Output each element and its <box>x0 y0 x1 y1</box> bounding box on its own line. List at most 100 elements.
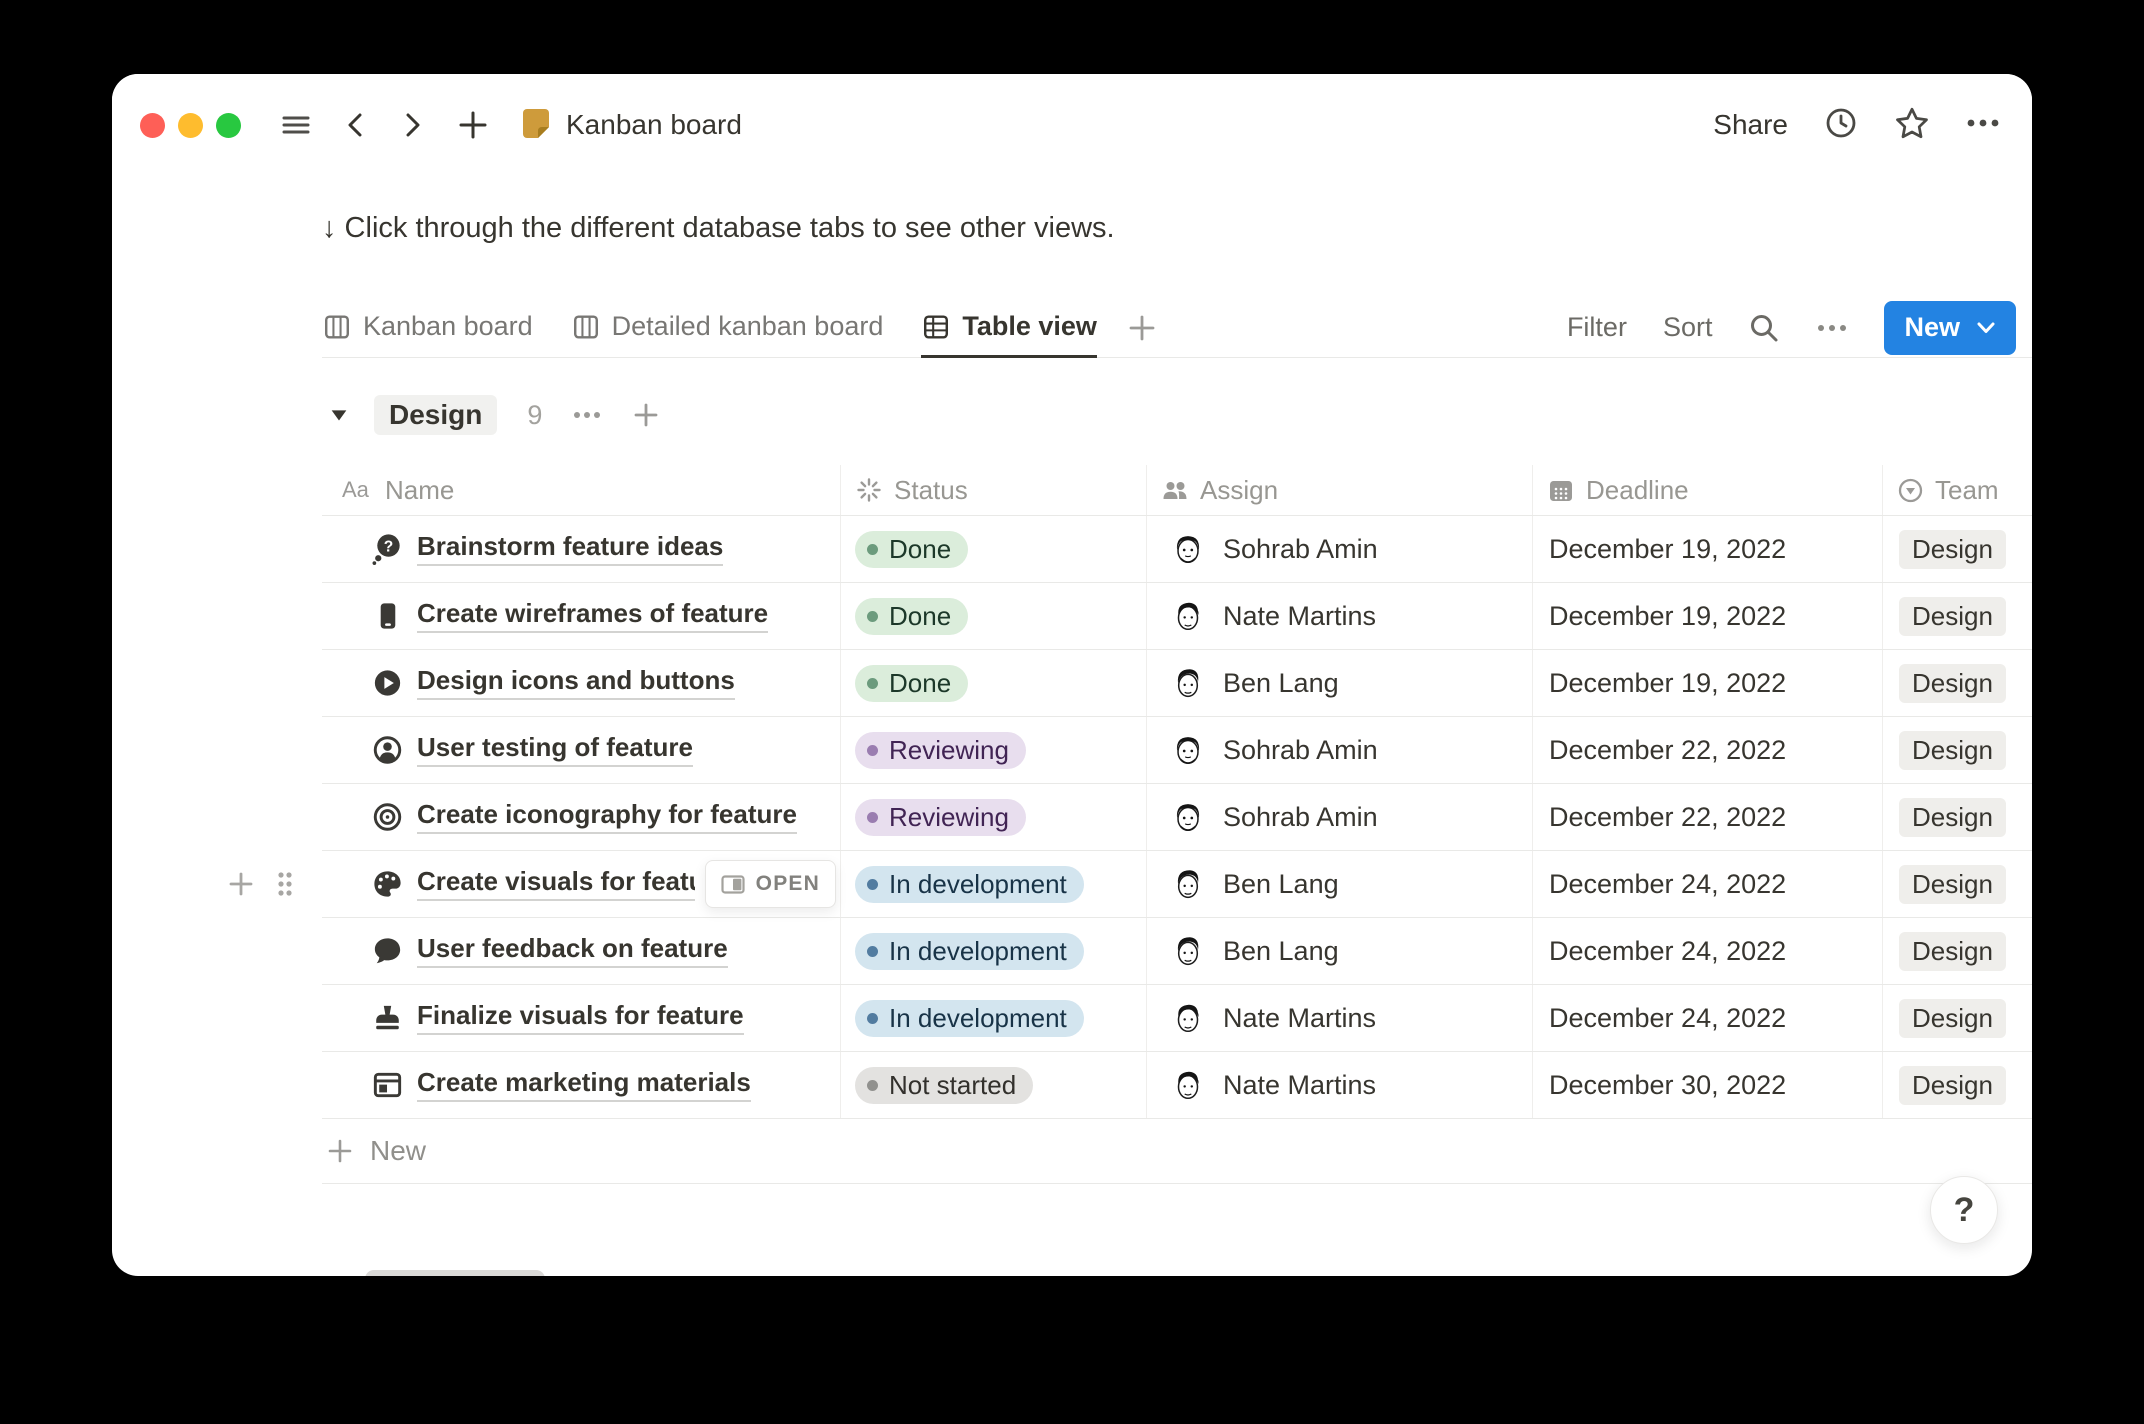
status-cell[interactable]: Reviewing <box>841 717 1147 783</box>
deadline-cell[interactable]: December 24, 2022 <box>1533 851 1883 917</box>
column-header-deadline[interactable]: Deadline <box>1533 465 1883 515</box>
deadline-cell[interactable]: December 30, 2022 <box>1533 1052 1883 1118</box>
assign-cell[interactable]: Nate Martins <box>1147 985 1533 1051</box>
name-cell[interactable]: Finalize visuals for feature <box>322 985 841 1051</box>
assign-cell[interactable]: Ben Lang <box>1147 918 1533 984</box>
task-name-link[interactable]: Create wireframes of feature <box>417 598 769 634</box>
task-name-link[interactable]: Create marketing materials <box>417 1067 751 1103</box>
table-row[interactable]: Create iconography for feature Reviewing S… <box>322 784 2032 851</box>
help-button[interactable]: ? <box>1930 1176 1998 1244</box>
deadline-cell[interactable]: December 22, 2022 <box>1533 784 1883 850</box>
status-cell[interactable]: In development <box>841 851 1147 917</box>
status-pill[interactable]: Reviewing <box>855 798 1026 836</box>
task-name-link[interactable]: Finalize visuals for feature <box>417 1000 744 1036</box>
status-cell[interactable]: Done <box>841 583 1147 649</box>
close-window-button[interactable] <box>140 112 165 138</box>
name-cell[interactable]: ? Brainstorm feature ideas <box>322 516 841 582</box>
deadline-cell[interactable]: December 19, 2022 <box>1533 583 1883 649</box>
status-cell[interactable]: Not started <box>841 1052 1147 1118</box>
table-row[interactable]: User testing of feature Reviewing Sohrab A… <box>322 717 2032 784</box>
zoom-window-button[interactable] <box>216 112 241 138</box>
name-cell[interactable]: User feedback on feature <box>322 918 841 984</box>
status-pill[interactable]: Done <box>855 664 969 702</box>
table-row[interactable]: ? Brainstorm feature ideas Done Sohrab Amin… <box>322 516 2032 583</box>
assign-cell[interactable]: Sohrab Amin <box>1147 784 1533 850</box>
minimize-window-button[interactable] <box>178 112 203 138</box>
column-header-status[interactable]: Status <box>841 465 1147 515</box>
status-cell[interactable]: In development <box>841 918 1147 984</box>
more-options-icon[interactable] <box>1966 116 2000 134</box>
assign-cell[interactable]: Ben Lang <box>1147 650 1533 716</box>
status-cell[interactable]: Done <box>841 650 1147 716</box>
assign-cell[interactable]: Sohrab Amin <box>1147 516 1533 582</box>
new-page-icon[interactable] <box>457 109 489 141</box>
team-cell[interactable]: Design <box>1883 784 2032 850</box>
task-name-link[interactable]: Brainstorm feature ideas <box>417 531 724 567</box>
filter-button[interactable]: Filter <box>1567 312 1627 343</box>
table-row[interactable]: Create wireframes of feature Done Nate Mar… <box>322 583 2032 650</box>
deadline-cell[interactable]: December 24, 2022 <box>1533 985 1883 1051</box>
group-options-icon[interactable] <box>572 410 602 420</box>
team-cell[interactable]: Design <box>1883 583 2032 649</box>
updates-clock-icon[interactable] <box>1824 106 1858 145</box>
share-button[interactable]: Share <box>1713 109 1788 141</box>
status-pill[interactable]: In development <box>855 865 1084 903</box>
status-cell[interactable]: Done <box>841 516 1147 582</box>
collapse-group-icon[interactable] <box>328 404 350 426</box>
column-header-name[interactable]: Aa Name <box>322 465 841 515</box>
new-row-button[interactable]: New <box>322 1119 2032 1184</box>
assign-cell[interactable]: Sohrab Amin <box>1147 717 1533 783</box>
deadline-cell[interactable]: December 19, 2022 <box>1533 650 1883 716</box>
name-cell[interactable]: Create visuals for feature OPEN <box>229 851 841 917</box>
new-button[interactable]: New <box>1884 300 2016 355</box>
table-row[interactable]: Create marketing materials Not started Nat… <box>322 1052 2032 1119</box>
deadline-cell[interactable]: December 22, 2022 <box>1533 717 1883 783</box>
table-row[interactable]: Finalize visuals for feature In developme… <box>322 985 2032 1052</box>
assign-cell[interactable]: Ben Lang <box>1147 851 1533 917</box>
task-name-link[interactable]: User testing of feature <box>417 732 693 768</box>
task-name-link[interactable]: Design icons and buttons <box>417 665 735 701</box>
name-cell[interactable]: Design icons and buttons <box>322 650 841 716</box>
forward-icon[interactable] <box>399 110 427 140</box>
team-cell[interactable]: Design <box>1883 1052 2032 1118</box>
add-row-icon[interactable] <box>226 869 256 899</box>
status-pill[interactable]: Done <box>855 530 969 568</box>
team-cell[interactable]: Design <box>1883 516 2032 582</box>
tab-kanban-board[interactable]: Kanban board <box>322 298 533 358</box>
team-cell[interactable]: Design <box>1883 851 2032 917</box>
status-cell[interactable]: In development <box>841 985 1147 1051</box>
table-row[interactable]: User feedback on feature In development Be… <box>322 918 2032 985</box>
table-row[interactable]: Create visuals for feature OPEN In develop… <box>229 851 2032 918</box>
team-cell[interactable]: Design <box>1883 918 2032 984</box>
task-name-link[interactable]: User feedback on feature <box>417 933 728 969</box>
name-cell[interactable]: User testing of feature <box>322 717 841 783</box>
assign-cell[interactable]: Nate Martins <box>1147 1052 1533 1118</box>
name-cell[interactable]: Create iconography for feature <box>322 784 841 850</box>
tab-table-view[interactable]: Table view <box>921 298 1097 358</box>
status-cell[interactable]: Reviewing <box>841 784 1147 850</box>
team-cell[interactable]: Design <box>1883 650 2032 716</box>
deadline-cell[interactable]: December 19, 2022 <box>1533 516 1883 582</box>
assign-cell[interactable]: Nate Martins <box>1147 583 1533 649</box>
status-pill[interactable]: Done <box>855 597 969 635</box>
favorite-star-icon[interactable] <box>1894 105 1930 146</box>
team-cell[interactable]: Design <box>1883 717 2032 783</box>
group-add-icon[interactable] <box>632 401 660 429</box>
name-cell[interactable]: Create wireframes of feature <box>322 583 841 649</box>
sort-button[interactable]: Sort <box>1663 312 1713 343</box>
team-cell[interactable]: Design <box>1883 985 2032 1051</box>
name-cell[interactable]: Create marketing materials <box>322 1052 841 1118</box>
back-icon[interactable] <box>341 110 369 140</box>
view-options-icon[interactable] <box>1816 323 1848 333</box>
drag-handle-icon[interactable] <box>274 868 296 900</box>
open-button[interactable]: OPEN <box>704 860 836 908</box>
task-name-link[interactable]: Create iconography for feature <box>417 799 797 835</box>
status-pill[interactable]: Not started <box>855 1066 1034 1104</box>
search-icon[interactable] <box>1748 312 1780 344</box>
column-header-assign[interactable]: Assign <box>1147 465 1533 515</box>
group-name-badge[interactable]: Design <box>374 395 498 435</box>
deadline-cell[interactable]: December 24, 2022 <box>1533 918 1883 984</box>
task-name-link[interactable]: Create visuals for feature <box>417 867 695 902</box>
status-pill[interactable]: Reviewing <box>855 731 1026 769</box>
table-row[interactable]: Design icons and buttons Done Ben Lang Dece… <box>322 650 2032 717</box>
